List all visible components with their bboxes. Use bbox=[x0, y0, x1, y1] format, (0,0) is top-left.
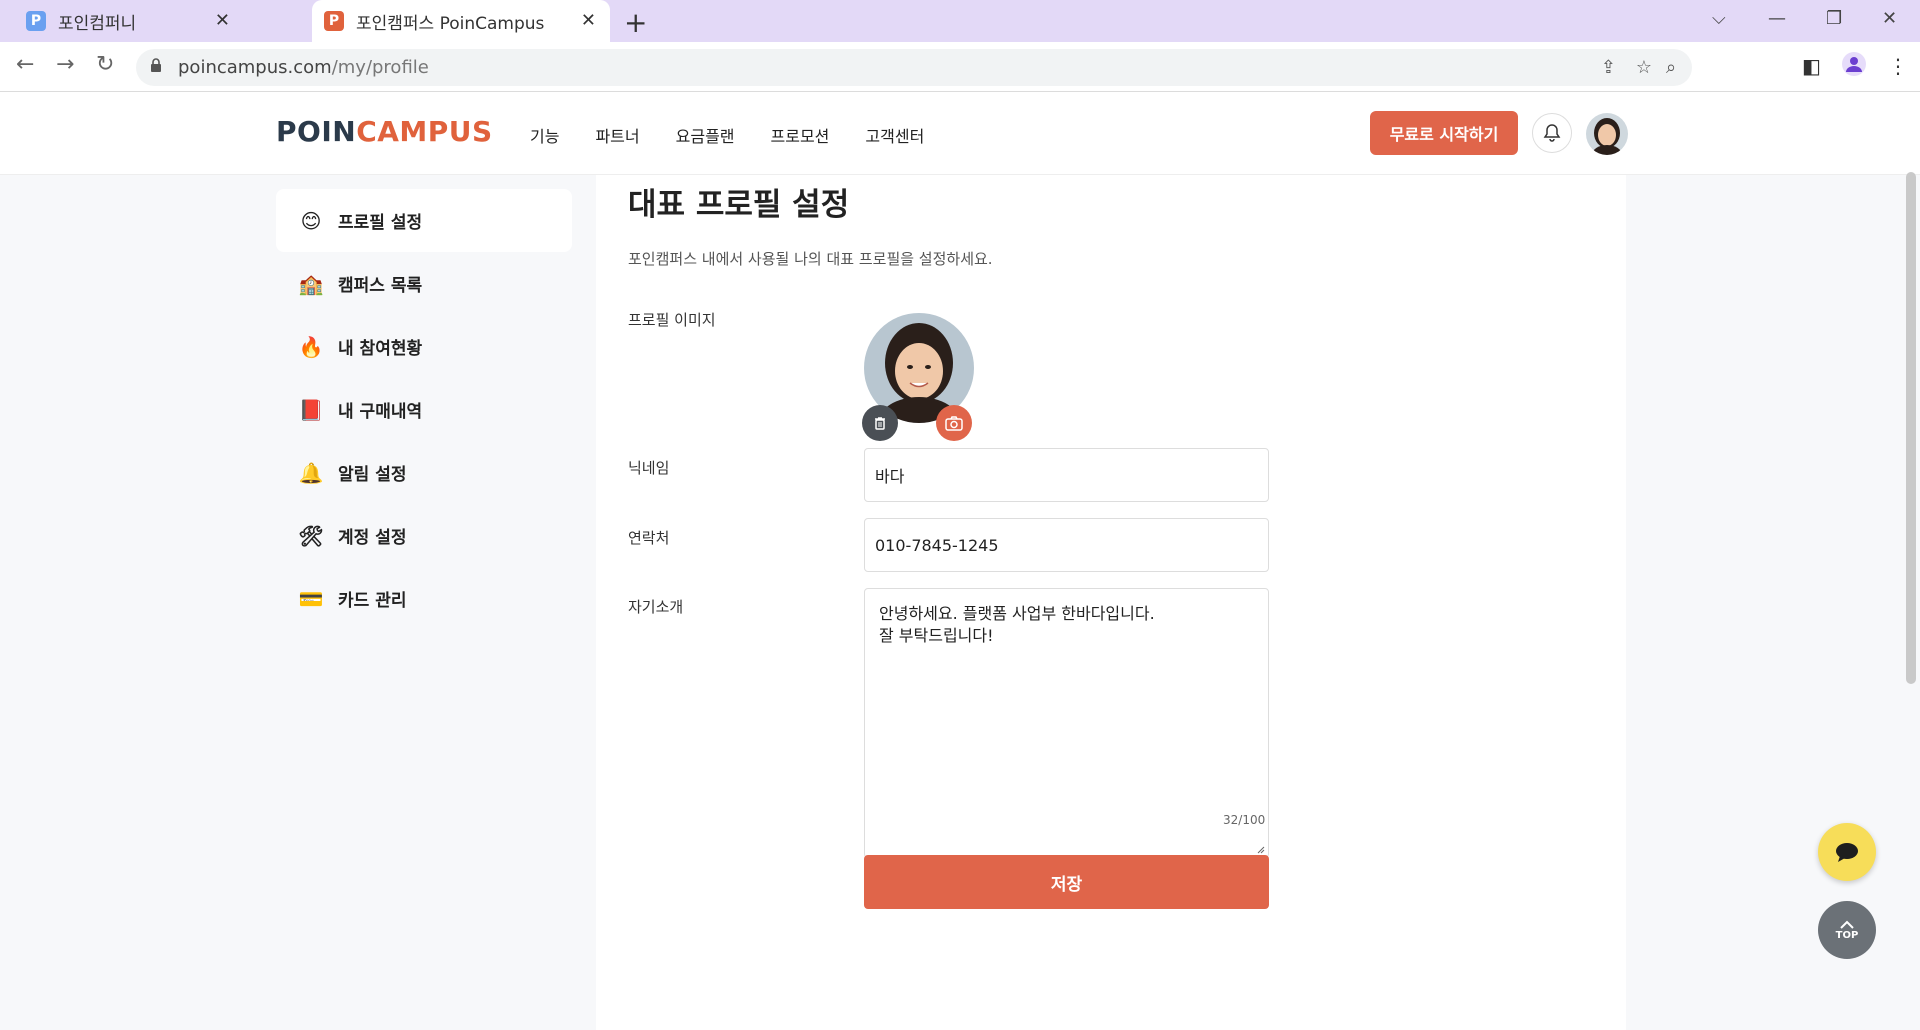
camera-icon bbox=[945, 416, 963, 431]
nav-item-pricing[interactable]: 요금플랜 bbox=[676, 123, 735, 147]
close-window-icon[interactable]: ✕ bbox=[1882, 8, 1897, 29]
side-panel-icon[interactable]: ◧ bbox=[1802, 54, 1821, 78]
sidebar-item-participation[interactable]: 🔥 내 참여현황 bbox=[276, 315, 572, 378]
tools-icon: 🛠 bbox=[298, 523, 324, 548]
profile-settings-panel: 대표 프로필 설정 포인캠퍼스 내에서 사용될 나의 대표 프로필을 설정하세요… bbox=[596, 175, 1626, 1030]
main-nav: 기능 파트너 요금플랜 프로모션 고객센터 bbox=[530, 123, 924, 147]
phone-label: 연락처 bbox=[628, 529, 670, 547]
intro-char-counter: 32/100 bbox=[1223, 813, 1266, 827]
trash-icon bbox=[875, 417, 885, 430]
browser-tab-bar: P 포인컴퍼니 ✕ P 포인캠퍼스 PoinCampus ✕ + ⌵ — ❐ ✕ bbox=[0, 0, 1920, 42]
sidebar-item-label: 계정 설정 bbox=[338, 528, 407, 548]
notification-bell-icon[interactable] bbox=[1532, 113, 1572, 153]
zoom-icon[interactable]: ⌕ bbox=[1666, 57, 1676, 78]
sidebar-item-label: 프로필 설정 bbox=[338, 213, 423, 233]
browser-address-bar: ← → ↻ poincampus.com/my/profile ⌕ ⇪ ☆ ◧ … bbox=[0, 42, 1920, 92]
tab-label: 포인컴퍼니 bbox=[58, 13, 137, 34]
nav-item-partner[interactable]: 파트너 bbox=[595, 123, 639, 147]
intro-line: 잘 부탁드립니다! bbox=[879, 626, 994, 645]
school-icon: 🏫 bbox=[298, 271, 324, 296]
chevron-up-icon bbox=[1840, 920, 1854, 929]
menu-kebab-icon[interactable]: ⋮ bbox=[1888, 54, 1908, 78]
close-tab-icon[interactable]: ✕ bbox=[581, 10, 596, 31]
chat-bubble-icon bbox=[1836, 843, 1858, 862]
url-input[interactable]: poincampus.com/my/profile ⌕ ⇪ ☆ bbox=[136, 49, 1692, 86]
url-text: poincampus.com/my/profile bbox=[178, 57, 429, 78]
sidebar-item-profile[interactable]: 😊 프로필 설정 bbox=[276, 189, 572, 252]
page-description: 포인캠퍼스 내에서 사용될 나의 대표 프로필을 설정하세요. bbox=[628, 250, 993, 268]
top-label: TOP bbox=[1835, 929, 1859, 941]
favicon-icon: P bbox=[26, 11, 46, 31]
tab-search-icon[interactable]: ⌵ bbox=[1712, 8, 1726, 29]
mypage-sidebar: 😊 프로필 설정 🏫 캠퍼스 목록 🔥 내 참여현황 📕 내 구매내역 🔔 알림… bbox=[276, 189, 572, 630]
book-icon: 📕 bbox=[298, 397, 324, 422]
logo[interactable]: POINCAMPUS bbox=[276, 115, 493, 148]
favicon-icon: P bbox=[324, 11, 344, 31]
upload-image-button[interactable] bbox=[936, 405, 972, 441]
sidebar-item-account[interactable]: 🛠 계정 설정 bbox=[276, 504, 572, 567]
phone-input[interactable]: 010-7845-1245 bbox=[864, 518, 1269, 572]
page-scrollbar[interactable] bbox=[1906, 172, 1916, 684]
bookmark-star-icon[interactable]: ☆ bbox=[1636, 57, 1652, 78]
sidebar-item-label: 내 구매내역 bbox=[338, 402, 423, 422]
share-icon[interactable]: ⇪ bbox=[1601, 57, 1616, 78]
resize-handle-icon[interactable] bbox=[1255, 844, 1265, 854]
intro-textarea[interactable]: 안녕하세요. 플랫폼 사업부 한바다입니다. 잘 부탁드립니다! bbox=[864, 588, 1269, 858]
nickname-input[interactable]: 바다 bbox=[864, 448, 1269, 502]
sidebar-item-label: 내 참여현황 bbox=[338, 339, 423, 359]
nav-item-support[interactable]: 고객센터 bbox=[865, 123, 924, 147]
sidebar-item-label: 캠퍼스 목록 bbox=[338, 276, 423, 296]
profile-image-label: 프로필 이미지 bbox=[628, 311, 716, 329]
delete-image-button[interactable] bbox=[862, 405, 898, 441]
browser-tab-poincompany[interactable]: P 포인컴퍼니 ✕ bbox=[0, 0, 310, 42]
start-free-button[interactable]: 무료로 시작하기 bbox=[1370, 111, 1518, 155]
profile-icon[interactable] bbox=[1842, 52, 1866, 81]
site-header: POINCAMPUS 기능 파트너 요금플랜 프로모션 고객센터 무료로 시작하… bbox=[0, 93, 1920, 175]
intro-line: 안녕하세요. 플랫폼 사업부 한바다입니다. bbox=[879, 604, 1155, 623]
nav-item-promotion[interactable]: 프로모션 bbox=[771, 123, 830, 147]
reload-icon[interactable]: ↻ bbox=[96, 52, 114, 77]
sidebar-item-label: 카드 관리 bbox=[338, 591, 407, 611]
sidebar-item-campus-list[interactable]: 🏫 캠퍼스 목록 bbox=[276, 252, 572, 315]
fire-icon: 🔥 bbox=[298, 334, 324, 359]
forward-icon[interactable]: → bbox=[56, 52, 74, 77]
intro-label: 자기소개 bbox=[628, 598, 684, 616]
page: POINCAMPUS 기능 파트너 요금플랜 프로모션 고객센터 무료로 시작하… bbox=[0, 93, 1920, 1030]
chat-button[interactable] bbox=[1818, 823, 1876, 881]
restore-icon[interactable]: ❐ bbox=[1826, 8, 1842, 29]
minimize-icon[interactable]: — bbox=[1768, 8, 1786, 29]
card-icon: 💳 bbox=[298, 586, 324, 611]
sidebar-item-purchases[interactable]: 📕 내 구매내역 bbox=[276, 378, 572, 441]
nickname-label: 닉네임 bbox=[628, 459, 670, 477]
sidebar-item-cards[interactable]: 💳 카드 관리 bbox=[276, 567, 572, 630]
browser-tab-poincampus[interactable]: P 포인캠퍼스 PoinCampus ✕ bbox=[312, 0, 610, 42]
smile-icon: 😊 bbox=[300, 208, 322, 233]
user-avatar[interactable] bbox=[1586, 113, 1628, 155]
new-tab-icon[interactable]: + bbox=[624, 6, 647, 39]
page-title: 대표 프로필 설정 bbox=[628, 187, 850, 223]
bell-icon: 🔔 bbox=[298, 460, 324, 485]
tab-label: 포인캠퍼스 PoinCampus bbox=[356, 13, 545, 34]
nav-item-features[interactable]: 기능 bbox=[530, 123, 559, 147]
scroll-top-button[interactable]: TOP bbox=[1818, 901, 1876, 959]
back-icon[interactable]: ← bbox=[16, 52, 34, 77]
sidebar-item-label: 알림 설정 bbox=[338, 465, 407, 485]
save-button[interactable]: 저장 bbox=[864, 855, 1269, 909]
sidebar-item-notifications[interactable]: 🔔 알림 설정 bbox=[276, 441, 572, 504]
close-tab-icon[interactable]: ✕ bbox=[215, 10, 230, 31]
lock-icon bbox=[151, 58, 161, 72]
